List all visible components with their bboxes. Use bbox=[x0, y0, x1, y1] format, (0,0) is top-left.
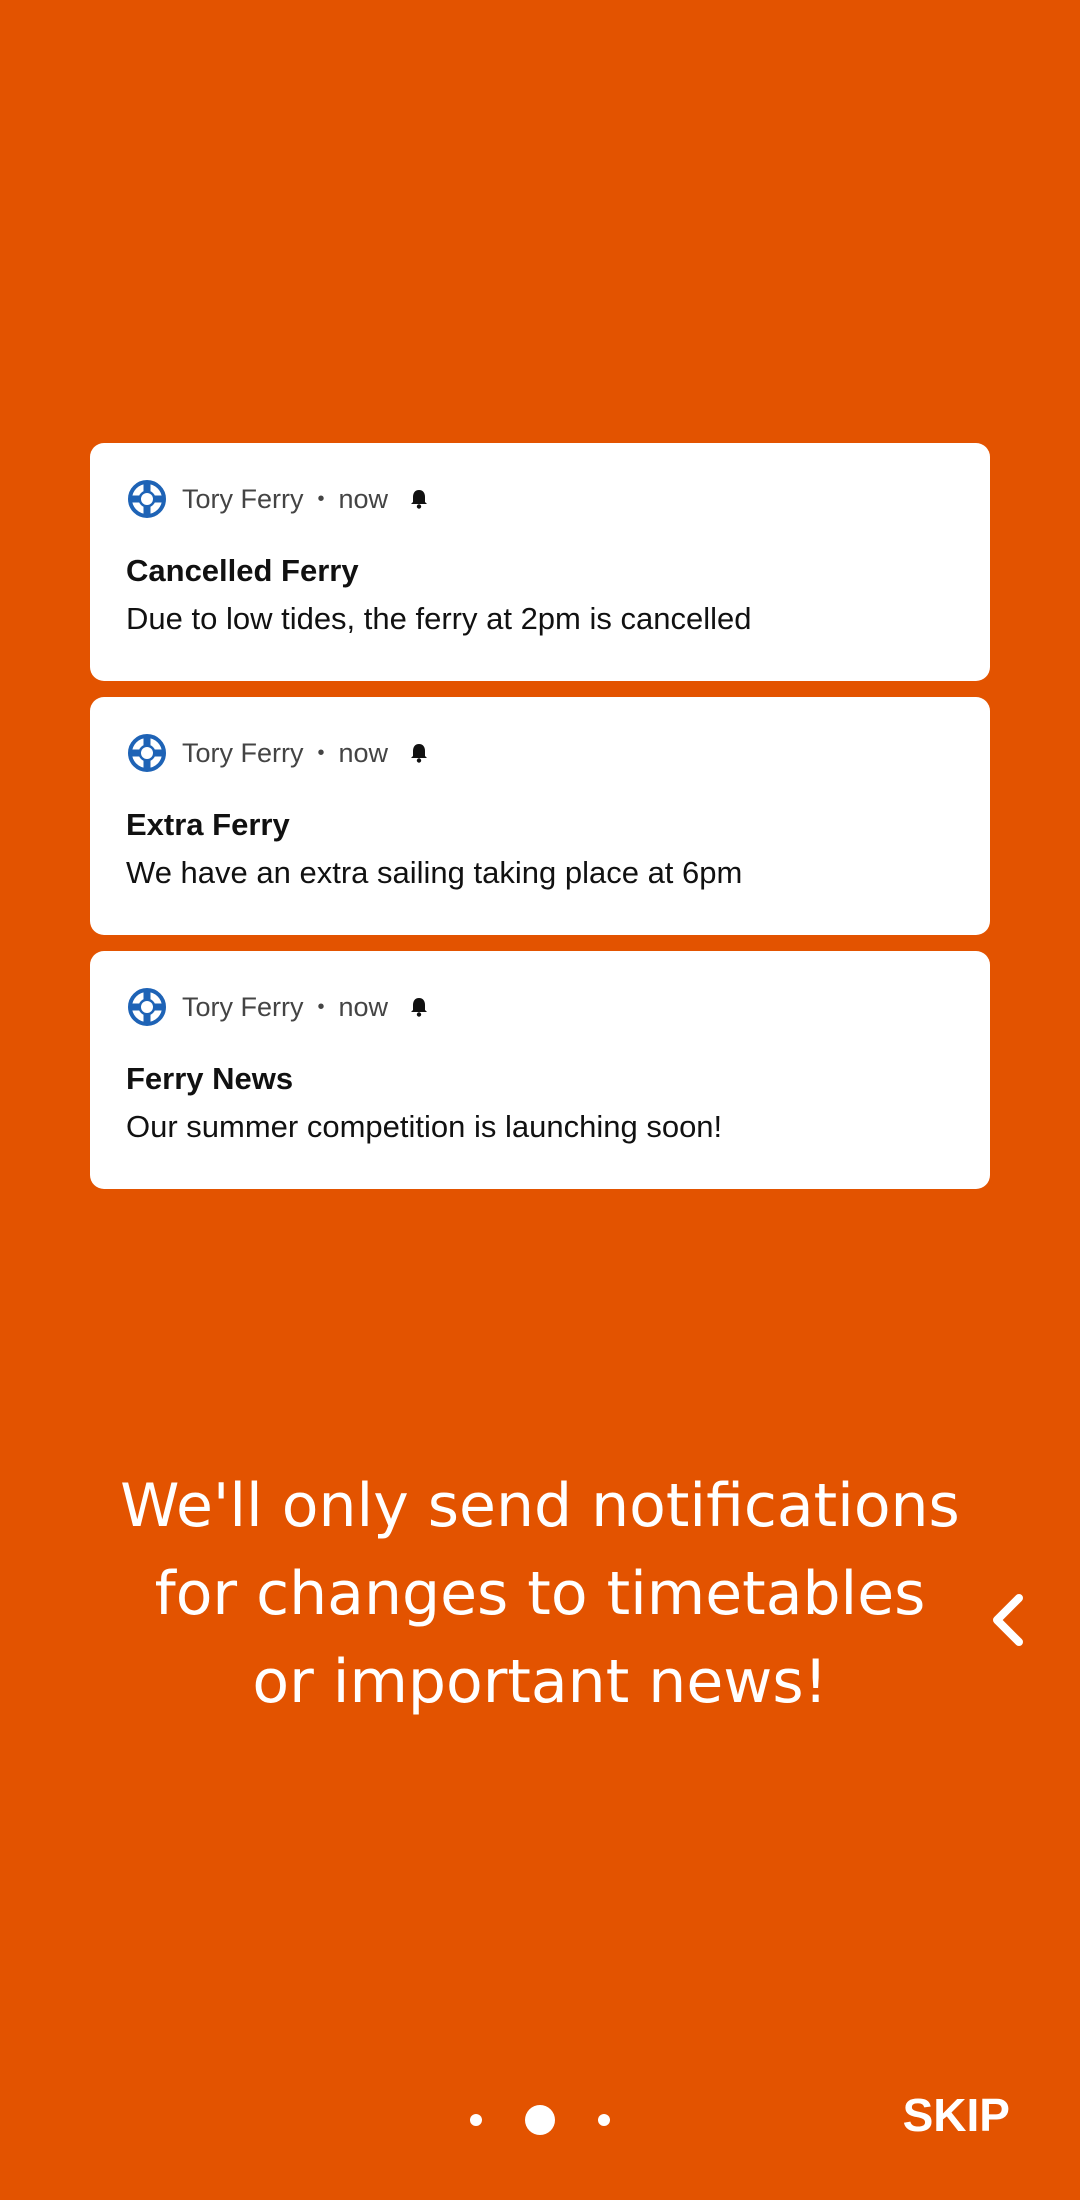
notification-time: now bbox=[338, 737, 389, 768]
notification-body: Our summer competition is launching soon… bbox=[126, 1109, 723, 1144]
notification-card: Tory Ferry • now Cancelled Ferry Due to … bbox=[90, 443, 990, 681]
notification-card: Tory Ferry • now Ferry News Our summer c… bbox=[90, 951, 990, 1189]
page-dot-active[interactable] bbox=[525, 2105, 555, 2135]
app-name: Tory Ferry bbox=[182, 483, 304, 514]
message-line-2: for changes to timetables bbox=[154, 1559, 926, 1629]
separator-dot: • bbox=[317, 741, 325, 764]
message-line-3: or important news! bbox=[252, 1647, 828, 1717]
notification-title: Cancelled Ferry bbox=[126, 553, 359, 588]
notification-title: Extra Ferry bbox=[126, 807, 290, 842]
separator-dot: • bbox=[317, 487, 325, 510]
notification-card: Tory Ferry • now Extra Ferry We have an … bbox=[90, 697, 990, 935]
notification-title: Ferry News bbox=[126, 1061, 294, 1096]
lifebuoy-icon bbox=[128, 734, 166, 772]
notification-header: Tory Ferry • now bbox=[126, 477, 430, 521]
notification-header: Tory Ferry • now bbox=[126, 985, 430, 1029]
app-name: Tory Ferry bbox=[182, 991, 304, 1022]
notification-time: now bbox=[338, 991, 389, 1022]
separator-dot: • bbox=[317, 995, 325, 1018]
page-indicator bbox=[470, 2100, 610, 2140]
bell-icon bbox=[411, 998, 428, 1017]
notification-body: Due to low tides, the ferry at 2pm is ca… bbox=[126, 601, 752, 636]
app-name: Tory Ferry bbox=[182, 737, 304, 768]
message-line-1: We'll only send notifications bbox=[120, 1471, 960, 1541]
onboarding-screen: Tory Ferry • now Cancelled Ferry Due to … bbox=[0, 0, 1080, 2200]
notification-time: now bbox=[338, 483, 389, 514]
bell-icon bbox=[411, 490, 428, 509]
lifebuoy-icon bbox=[128, 480, 166, 518]
notification-body: We have an extra sailing taking place at… bbox=[126, 855, 743, 890]
bell-icon bbox=[411, 744, 428, 763]
notification-header: Tory Ferry • now bbox=[126, 731, 430, 775]
chevron-left-icon[interactable] bbox=[985, 1590, 1033, 1650]
page-dot[interactable] bbox=[598, 2114, 610, 2126]
skip-button[interactable]: SKIP bbox=[880, 2080, 1010, 2150]
page-dot[interactable] bbox=[470, 2114, 482, 2126]
lifebuoy-icon bbox=[128, 988, 166, 1026]
onboarding-message: We'll only send notifications for change… bbox=[60, 1462, 1020, 1726]
